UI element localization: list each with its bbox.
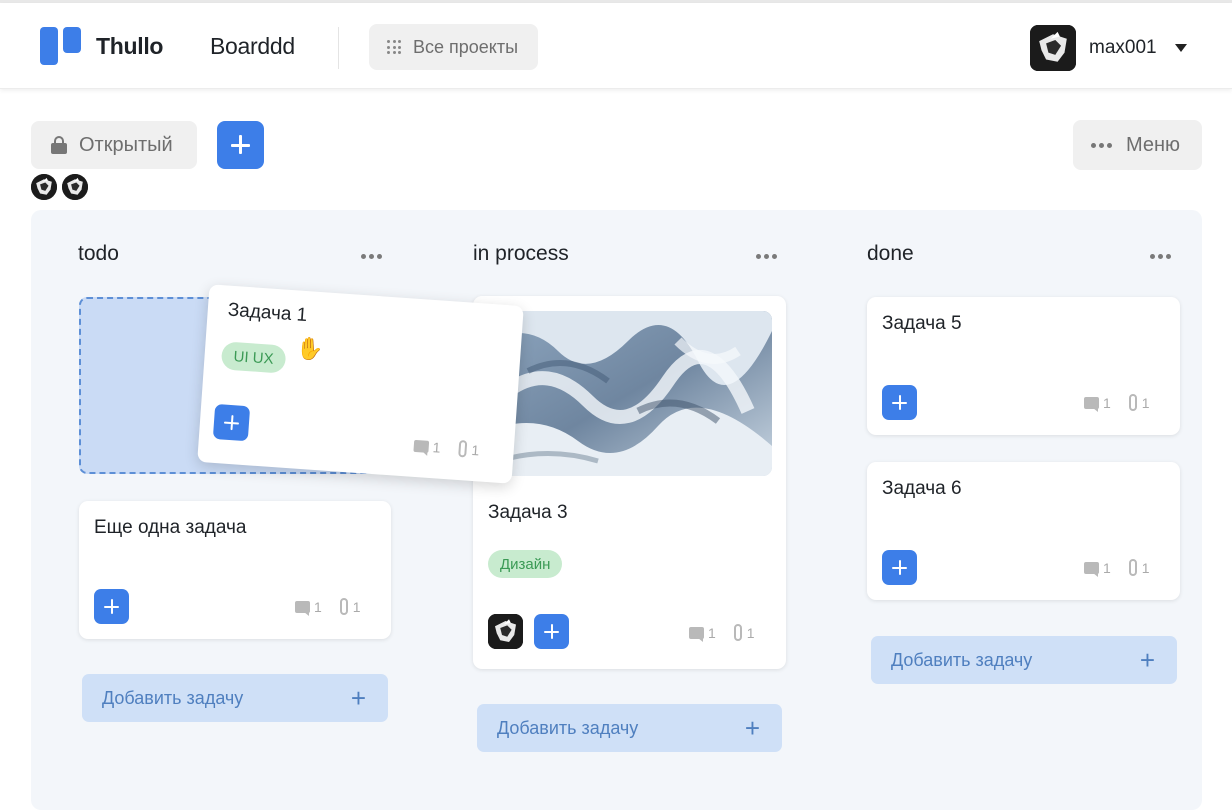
task-card[interactable]: Задача 6 1 1 (867, 462, 1180, 600)
column-more-icon[interactable] (1150, 254, 1171, 259)
comment-icon (1084, 561, 1099, 577)
comment-count: 1 (1103, 394, 1111, 411)
comment-icon (689, 626, 704, 642)
app-name: Thullo (96, 33, 164, 59)
attachment-icon (457, 440, 468, 458)
card-add-button[interactable] (882, 385, 917, 420)
comment-count: 1 (1103, 559, 1111, 576)
visibility-label: Открытый (79, 133, 173, 156)
attachment-count: 1 (470, 441, 480, 458)
comment-icon (295, 600, 310, 616)
task-card[interactable]: Задача 5 1 1 (867, 297, 1180, 435)
user-menu[interactable]: max001 (1030, 24, 1187, 72)
card-add-button[interactable] (94, 589, 129, 624)
attachment-icon (733, 624, 742, 641)
add-member-button[interactable] (217, 121, 264, 169)
attachment-count: 1 (746, 624, 755, 641)
member-avatar[interactable] (62, 174, 88, 200)
grab-cursor-icon: ✋ (296, 336, 324, 361)
dragging-task-card[interactable]: Задача 1 UI UX 1 1 (197, 284, 524, 484)
plus-icon: + (1139, 645, 1155, 675)
caret-down-icon[interactable] (1174, 44, 1187, 52)
attachment-count: 1 (1141, 559, 1150, 576)
lock-icon (51, 136, 67, 154)
card-meta: 1 1 (295, 598, 361, 616)
attachment-count: 1 (1141, 394, 1150, 411)
card-cover-image (488, 311, 772, 476)
comment-count: 1 (708, 624, 716, 641)
attachment-icon (339, 598, 348, 615)
comment-count: 1 (432, 438, 442, 456)
header-divider (338, 27, 339, 69)
comment-icon (1084, 396, 1099, 412)
all-projects-label: Все проекты (413, 36, 519, 57)
column-title-done: done (867, 242, 914, 265)
top-navbar: Thullo Boarddd Все проекты max001 (0, 3, 1232, 89)
card-label-tag[interactable]: Дизайн (488, 550, 563, 578)
user-avatar (1030, 25, 1076, 71)
card-meta: 1 1 (1084, 394, 1150, 412)
all-projects-button[interactable]: Все проекты (369, 24, 538, 70)
card-meta: 1 1 (413, 437, 480, 459)
card-add-button[interactable] (882, 550, 917, 585)
add-task-label: Добавить задачу (891, 649, 1033, 670)
add-task-button[interactable]: Добавить задачу + (871, 636, 1177, 684)
more-dots-icon (1091, 142, 1112, 148)
username: max001 (1089, 37, 1157, 58)
card-label-tag[interactable]: UI UX (220, 341, 287, 374)
column-more-icon[interactable] (361, 254, 382, 259)
member-avatar[interactable] (31, 174, 57, 200)
card-title: Еще одна задача (94, 517, 247, 538)
plus-icon: + (744, 713, 760, 743)
column-title-todo: todo (78, 242, 119, 265)
card-title: Задача 5 (882, 313, 962, 334)
column-more-icon[interactable] (756, 254, 777, 259)
visibility-button[interactable]: Открытый (31, 121, 197, 169)
add-task-label: Добавить задачу (102, 687, 244, 708)
card-title: Задача 6 (882, 478, 962, 499)
card-add-button[interactable] (212, 403, 251, 442)
plus-icon: + (350, 683, 366, 713)
app-logo[interactable] (40, 27, 82, 67)
board-name: Boarddd (210, 33, 295, 59)
column-title-in-process: in process (473, 242, 569, 265)
grid-icon (387, 40, 401, 54)
add-task-label: Добавить задачу (497, 717, 639, 738)
comment-icon (413, 439, 430, 453)
card-title: Задача 1 (227, 299, 308, 327)
menu-label: Меню (1126, 133, 1181, 156)
card-meta: 1 1 (1084, 559, 1150, 577)
attachment-icon (1128, 394, 1137, 411)
card-title: Задача 3 (488, 502, 568, 523)
card-member-avatar[interactable] (488, 614, 523, 649)
task-card[interactable]: Еще одна задача 1 1 (79, 501, 391, 639)
comment-count: 1 (314, 598, 322, 615)
add-task-button[interactable]: Добавить задачу + (82, 674, 388, 722)
card-meta: 1 1 (689, 624, 755, 642)
card-add-button[interactable] (534, 614, 569, 649)
menu-button[interactable]: Меню (1073, 120, 1202, 170)
board-members (31, 174, 88, 200)
attachment-count: 1 (352, 598, 361, 615)
add-task-button[interactable]: Добавить задачу + (477, 704, 782, 752)
attachment-icon (1128, 559, 1137, 576)
